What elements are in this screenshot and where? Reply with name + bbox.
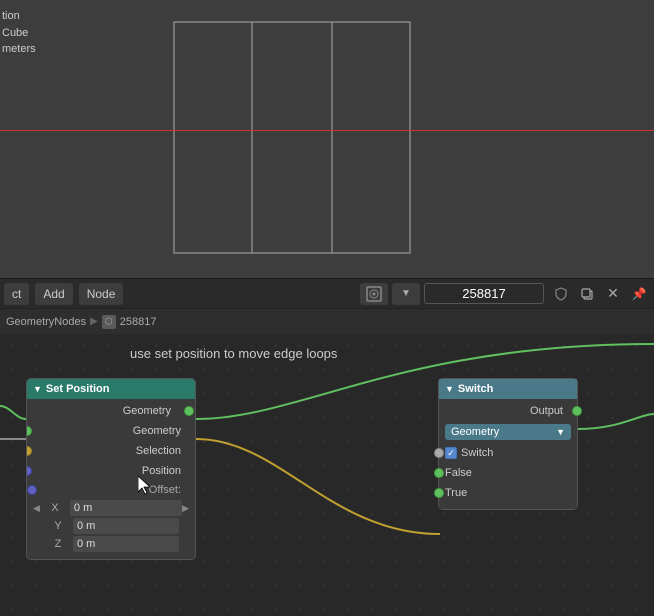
breadcrumb-node-label: 258817 [120, 316, 157, 328]
toolbar-node-button[interactable]: Node [79, 283, 124, 305]
toolbar-object-button[interactable]: ct [4, 283, 29, 305]
copy-icon-button[interactable] [576, 283, 598, 305]
geometry-dropdown-arrow: ▼ [556, 427, 565, 437]
copy-icon [580, 287, 594, 301]
render-icon-button[interactable] [360, 283, 388, 305]
viewport-mode-partial: tion [2, 8, 36, 25]
geometry-input-label: Geometry [33, 425, 189, 437]
pin-icon: 📌 [632, 287, 647, 301]
node-set-position[interactable]: ▼ Set Position Geometry Geometry Selecti… [26, 378, 196, 560]
offset-z-value[interactable]: 0 m [77, 538, 95, 550]
set-position-title: Set Position [46, 383, 110, 395]
red-divider-line [0, 130, 654, 131]
render-icon [366, 286, 382, 302]
switch-header: ▼ Switch [439, 379, 577, 399]
position-input-row: Position [27, 461, 195, 481]
switch-checkbox[interactable]: ✓ [445, 447, 457, 459]
viewport-params: meters [2, 41, 36, 58]
shield-icon [554, 287, 568, 301]
offset-z-row: Z 0 m [27, 535, 195, 553]
position-input-socket [26, 466, 32, 476]
geometry-output-socket [184, 406, 194, 416]
offset-y-value[interactable]: 0 m [77, 520, 95, 532]
node-toolbar: ct Add Node ▼ 258817 ✕ [0, 278, 654, 308]
cube-wireframe [172, 20, 412, 255]
z-label: Z [43, 538, 73, 550]
breadcrumb-root-label: GeometryNodes [6, 316, 86, 328]
offset-y-row: Y 0 m [27, 517, 195, 535]
scene-name-display: 258817 [424, 283, 544, 304]
selection-input-label: Selection [33, 445, 189, 457]
geometry-output-row: Geometry [27, 401, 195, 421]
x-arrows: ◀ [33, 503, 40, 514]
checkbox-check: ✓ [447, 448, 455, 459]
hint-text: use set position to move edge loops [130, 346, 337, 361]
false-input-socket [434, 468, 444, 478]
breadcrumb-separator: ▶ [90, 316, 98, 327]
y-label: Y [43, 520, 73, 532]
pin-icon-button[interactable]: 📌 [628, 283, 650, 305]
switch-output-row: Output [439, 401, 577, 421]
false-label: False [445, 467, 571, 479]
toolbar-add-button[interactable]: Add [35, 283, 72, 305]
false-row: False [439, 463, 577, 483]
geometry-dropdown-label: Geometry [451, 426, 499, 438]
viewport-object: Cube [2, 25, 36, 42]
dropdown-arrow-icon: ▼ [401, 288, 411, 299]
geometry-dropdown[interactable]: Geometry ▼ [445, 424, 571, 440]
toolbar-center: ▼ 258817 [360, 283, 544, 305]
node-canvas[interactable]: use set position to move edge loops ▼ Se… [0, 334, 654, 616]
set-position-body: Geometry Geometry Selection Position [27, 399, 195, 559]
breadcrumb-root[interactable]: GeometryNodes [6, 316, 86, 328]
collapse-icon: ▼ [33, 384, 42, 394]
offset-section: Offset: [27, 481, 195, 499]
node-tree-icon: ⬡ [102, 315, 116, 329]
offset-input-socket [27, 485, 37, 495]
geometry-input-row: Geometry [27, 421, 195, 441]
true-input-socket [434, 488, 444, 498]
switch-label: Switch [461, 447, 493, 459]
x-label: X [40, 502, 70, 514]
switch-output-label: Output [445, 405, 571, 417]
close-icon: ✕ [607, 285, 619, 302]
selection-input-socket [26, 446, 32, 456]
dropdown-arrow-button[interactable]: ▼ [392, 283, 420, 305]
set-position-header: ▼ Set Position [27, 379, 195, 399]
geometry-input-socket [26, 426, 32, 436]
toolbar-right: ✕ 📌 [550, 283, 650, 305]
switch-output-socket [572, 406, 582, 416]
switch-input-socket [434, 448, 444, 458]
offset-x-value[interactable]: 0 m [74, 502, 92, 514]
switch-collapse-icon: ▼ [445, 384, 454, 394]
geometry-output-label: Geometry [33, 405, 179, 417]
offset-x-row: ◀ X 0 m ▶ [27, 499, 195, 517]
close-icon-button[interactable]: ✕ [602, 283, 624, 305]
viewport-3d: tion Cube meters [0, 0, 654, 278]
switch-checkbox-row: ✓ Switch [439, 443, 577, 463]
switch-body: Output Geometry ▼ ✓ Switch [439, 399, 577, 509]
x-right-arrow: ▶ [182, 503, 189, 514]
true-row: True [439, 483, 577, 503]
node-switch[interactable]: ▼ Switch Output Geometry ▼ ✓ [438, 378, 578, 510]
selection-input-row: Selection [27, 441, 195, 461]
shield-icon-button[interactable] [550, 283, 572, 305]
geometry-dropdown-row: Geometry ▼ [439, 421, 577, 443]
breadcrumb-bar: GeometryNodes ▶ ⬡ 258817 [0, 308, 654, 334]
position-input-label: Position [33, 465, 189, 477]
offset-label: Offset: [43, 484, 189, 496]
breadcrumb-node[interactable]: ⬡ 258817 [102, 315, 157, 329]
switch-title: Switch [458, 383, 493, 395]
viewport-info: tion Cube meters [2, 8, 36, 58]
true-label: True [445, 487, 571, 499]
